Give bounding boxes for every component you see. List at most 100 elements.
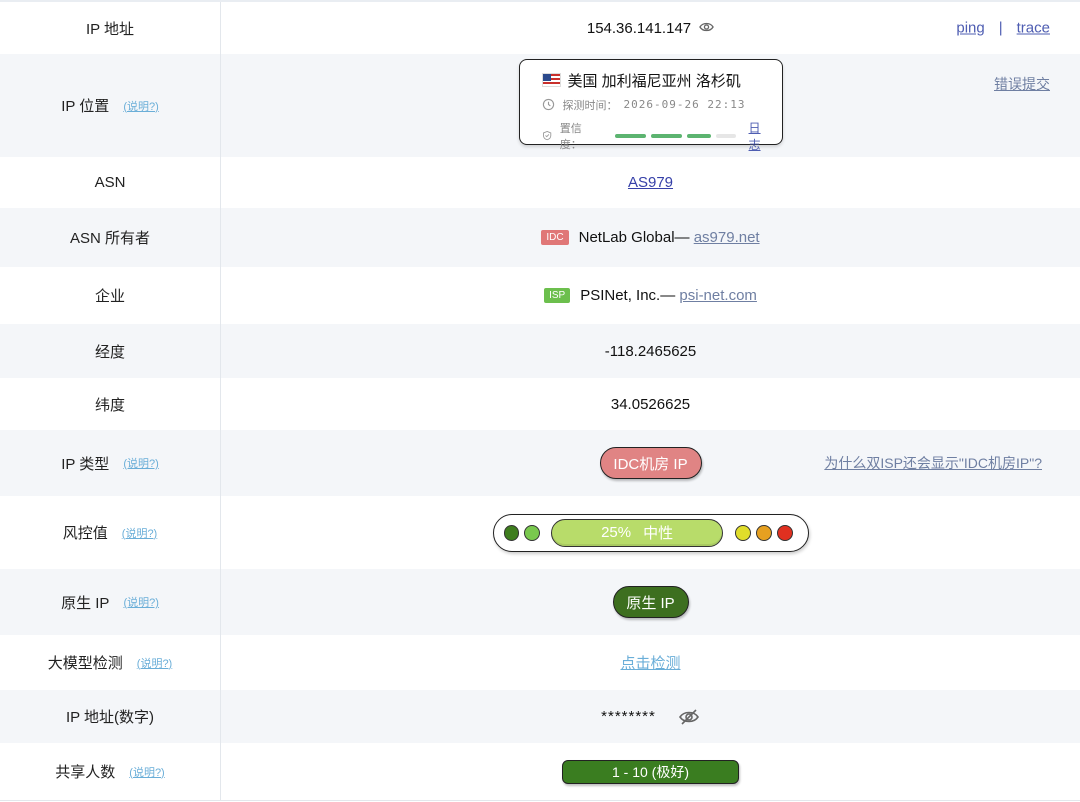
row-value: 25% 中性 xyxy=(221,496,1080,569)
shield-check-icon xyxy=(542,130,551,141)
latitude-label: 纬度 xyxy=(94,396,125,414)
ip-type-label: IP 类型 xyxy=(61,455,110,473)
row-ip-address: IP 地址 154.36.141.147 ping | trace xyxy=(0,2,1080,54)
confidence-label: 置信度： xyxy=(559,122,582,151)
enterprise-domain-link[interactable]: psi-net.com xyxy=(679,287,757,304)
eye-off-icon[interactable] xyxy=(678,708,700,726)
eye-icon[interactable] xyxy=(699,20,714,37)
row-value: IDC NetLab Global— as979.net xyxy=(221,208,1080,267)
row-label: 风控值 (说明?) xyxy=(0,496,221,569)
idc-tag: IDC xyxy=(541,230,569,245)
row-ip-location: IP 位置 (说明?) 美国 加利福尼亚州 洛杉矶 探测时间： 2026-09-… xyxy=(0,54,1080,157)
enterprise-name: PSINet, Inc.— xyxy=(580,287,680,304)
risk-dot-high xyxy=(755,524,772,541)
trace-link[interactable]: trace xyxy=(1017,20,1050,37)
row-asn-owner: ASN 所有者 IDC NetLab Global— as979.net xyxy=(0,208,1080,267)
ip-address-value: 154.36.141.147 xyxy=(586,19,692,37)
asn-owner-domain-link[interactable]: as979.net xyxy=(694,229,760,246)
confidence-segment xyxy=(650,133,682,138)
log-link[interactable]: 日志 xyxy=(749,119,768,153)
help-link[interactable]: (说明?) xyxy=(123,594,158,610)
row-enterprise: 企业 ISP PSINet, Inc.— psi-net.com xyxy=(0,267,1080,324)
dual-isp-explain-link[interactable]: 为什么双ISP还会显示"IDC机房IP"? xyxy=(824,453,1042,473)
isp-tag: ISP xyxy=(544,288,571,303)
row-label: ASN xyxy=(0,157,221,208)
row-ip-numeric: IP 地址(数字) ******** xyxy=(0,690,1080,743)
help-link[interactable]: (说明?) xyxy=(123,455,158,471)
confidence-segment xyxy=(686,133,711,138)
enterprise-label: 企业 xyxy=(94,288,125,305)
risk-percent: 25% xyxy=(601,524,632,541)
risk-level-bar: 25% 中性 xyxy=(551,518,724,547)
link-separator: | xyxy=(998,19,1003,37)
asn-owner-label: ASN 所有者 xyxy=(69,230,150,247)
location-place: 美国 加利福尼亚州 洛杉矶 xyxy=(567,72,741,90)
longitude-value: -118.2465625 xyxy=(604,342,697,360)
longitude-label: 经度 xyxy=(94,343,125,361)
help-link[interactable]: (说明?) xyxy=(123,98,158,114)
asn-owner-name: NetLab Global— xyxy=(578,229,694,246)
row-label: IP 地址 xyxy=(0,2,221,54)
row-value: 原生 IP xyxy=(221,569,1080,635)
help-link[interactable]: (说明?) xyxy=(122,525,157,541)
detect-time-label: 探测时间： xyxy=(562,99,618,112)
native-ip-label: 原生 IP xyxy=(61,594,110,612)
row-value: -118.2465625 xyxy=(221,324,1080,378)
risk-level-text: 中性 xyxy=(643,525,674,542)
row-native-ip: 原生 IP (说明?) 原生 IP xyxy=(0,569,1080,635)
row-risk: 风控值 (说明?) 25% 中性 xyxy=(0,496,1080,569)
row-value: 美国 加利福尼亚州 洛杉矶 探测时间： 2026-09-26 22:13 置信度… xyxy=(221,54,1080,157)
clock-icon xyxy=(542,98,554,111)
risk-dot-elevated xyxy=(735,524,751,541)
llm-detect-label: 大模型检测 xyxy=(47,655,123,672)
row-label: 共享人数 (说明?) xyxy=(0,743,221,800)
risk-dot-very-high xyxy=(776,524,793,541)
row-value: 1 - 10 (极好) xyxy=(221,743,1080,800)
risk-meter: 25% 中性 xyxy=(492,513,809,552)
row-value: 154.36.141.147 ping | trace xyxy=(221,2,1080,54)
native-ip-badge: 原生 IP xyxy=(612,586,689,618)
confidence-bar xyxy=(614,133,741,138)
row-shared-users: 共享人数 (说明?) 1 - 10 (极好) xyxy=(0,743,1080,801)
row-value: 点击检测 xyxy=(221,635,1080,690)
ip-type-badge: IDC机房 IP xyxy=(599,447,702,479)
us-flag-icon xyxy=(541,73,561,87)
row-label: IP 地址(数字) xyxy=(0,690,221,743)
shared-users-label: 共享人数 xyxy=(55,764,116,781)
row-label: IP 位置 (说明?) xyxy=(0,54,221,157)
ip-numeric-masked-value: ******** xyxy=(601,708,656,725)
risk-label: 风控值 xyxy=(62,525,108,542)
row-asn: ASN AS979 xyxy=(0,157,1080,208)
ip-info-table: IP 地址 154.36.141.147 ping | trace IP 位置 … xyxy=(0,0,1080,801)
row-value: IDC机房 IP 为什么双ISP还会显示"IDC机房IP"? xyxy=(221,430,1080,496)
row-label: 原生 IP (说明?) xyxy=(0,569,221,635)
row-latitude: 纬度 34.0526625 xyxy=(0,378,1080,430)
row-label: 大模型检测 (说明?) xyxy=(0,635,221,690)
row-label: 经度 xyxy=(0,324,221,378)
asn-link[interactable]: AS979 xyxy=(628,174,673,191)
ping-link[interactable]: ping xyxy=(956,20,984,37)
row-value: 34.0526625 xyxy=(221,378,1080,430)
risk-dot-very-low xyxy=(503,524,520,541)
row-label: 企业 xyxy=(0,267,221,324)
detect-time-value: 2026-09-26 22:13 xyxy=(623,98,746,111)
help-link[interactable]: (说明?) xyxy=(129,764,164,780)
llm-detect-link[interactable]: 点击检测 xyxy=(620,652,680,673)
row-label: IP 类型 (说明?) xyxy=(0,430,221,496)
shared-users-badge: 1 - 10 (极好) xyxy=(562,759,739,784)
row-value: AS979 xyxy=(221,157,1080,208)
row-value: ISP PSINet, Inc.— psi-net.com xyxy=(221,267,1080,324)
row-ip-type: IP 类型 (说明?) IDC机房 IP 为什么双ISP还会显示"IDC机房IP… xyxy=(0,430,1080,496)
confidence-segment xyxy=(614,133,646,138)
row-label: 纬度 xyxy=(0,378,221,430)
risk-dot-low xyxy=(524,524,541,541)
report-error-link[interactable]: 错误提交 xyxy=(994,74,1050,94)
row-value: ******** xyxy=(221,690,1080,743)
help-link[interactable]: (说明?) xyxy=(137,655,172,671)
ip-location-label: IP 位置 xyxy=(61,98,110,115)
ip-address-label: IP 地址 xyxy=(85,20,135,38)
row-label: ASN 所有者 xyxy=(0,208,221,267)
row-longitude: 经度 -118.2465625 xyxy=(0,324,1080,378)
asn-label: ASN xyxy=(94,174,126,191)
ip-numeric-label: IP 地址(数字) xyxy=(65,709,155,726)
